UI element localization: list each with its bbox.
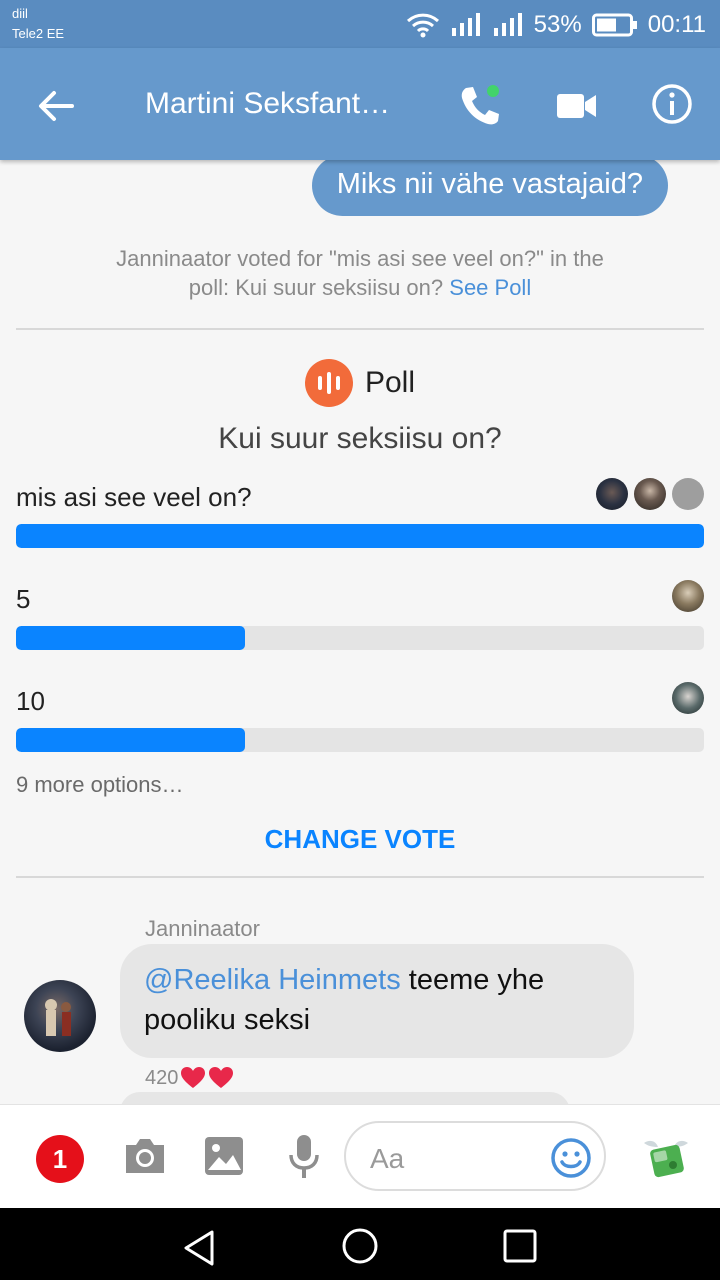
poll-option-bar[interactable] <box>16 728 704 752</box>
nav-back-icon[interactable] <box>180 1228 220 1268</box>
poll-label: Poll <box>364 366 416 399</box>
signal-icon <box>451 13 480 36</box>
emoji-icon[interactable] <box>550 1137 592 1179</box>
poll-option-label[interactable]: mis asi see veel on? <box>16 482 252 513</box>
clock: 00:11 <box>647 11 706 38</box>
conversation-header: Martini Seksfant… <box>0 48 720 160</box>
system-nav-bar <box>0 1208 720 1280</box>
avatar-figure <box>45 999 71 1036</box>
message-input-placeholder: Aa <box>370 1143 405 1174</box>
divider <box>16 876 704 878</box>
divider <box>16 328 704 330</box>
next-message-bubble[interactable] <box>120 1092 570 1104</box>
signal-icon-secondary <box>493 13 522 36</box>
voter-avatar <box>672 682 704 714</box>
poll-option-voters[interactable] <box>596 478 704 510</box>
reaction-row[interactable]: 420 <box>145 1066 234 1090</box>
carrier-info: diil Tele2 EE <box>12 4 64 44</box>
voter-avatar <box>596 478 628 510</box>
poll-option-fill <box>16 524 704 548</box>
network-name: Tele2 EE <box>12 26 65 41</box>
incoming-message[interactable]: @Reelika Heinmets teeme yhe pooliku seks… <box>120 944 634 1058</box>
status-bar: diil Tele2 EE 53% 00:11 <box>0 0 720 48</box>
poll-option-voters[interactable] <box>672 580 704 612</box>
gallery-icon[interactable] <box>203 1135 245 1177</box>
sticker-icon[interactable] <box>640 1131 692 1183</box>
voter-avatar <box>672 478 704 510</box>
reaction-count: 420 <box>145 1066 179 1089</box>
poll-header: Poll <box>0 358 720 408</box>
voice-call-icon[interactable] <box>456 82 504 130</box>
heart-reaction-icon <box>209 1067 234 1088</box>
sender-avatar[interactable] <box>24 980 96 1052</box>
message-thread[interactable]: Miks nii vähe vastajaid? Janninaator vot… <box>0 160 720 1104</box>
carrier-name: diil <box>12 6 28 21</box>
see-poll-link[interactable]: See Poll <box>449 275 531 300</box>
poll-icon <box>304 359 353 407</box>
change-vote-button[interactable]: CHANGE VOTE <box>0 824 720 855</box>
poll-option-fill <box>16 728 246 752</box>
more-options-link[interactable]: 9 more options… <box>16 772 184 798</box>
poll-option-bar[interactable] <box>16 524 704 548</box>
sender-name: Janninaator <box>145 916 260 941</box>
message-input[interactable]: Aa <box>344 1121 606 1191</box>
status-icons: 53% 00:11 <box>406 10 706 40</box>
info-icon[interactable] <box>650 82 694 126</box>
back-arrow-icon[interactable] <box>34 84 78 128</box>
voter-avatar <box>634 478 666 510</box>
poll-option-bar[interactable] <box>16 626 704 650</box>
poll-question: Kui suur seksiisu on? <box>218 422 502 455</box>
poll-option-voters[interactable] <box>672 682 704 714</box>
battery-percent: 53% <box>533 11 582 38</box>
nav-recents-icon[interactable] <box>502 1228 538 1264</box>
conversation-title[interactable]: Martini Seksfant… <box>145 84 415 124</box>
poll-option-label[interactable]: 10 <box>16 686 45 717</box>
nav-home-icon[interactable] <box>340 1226 380 1266</box>
poll-vote-notice: Janninaator voted for "mis asi see veel … <box>100 244 620 302</box>
battery-icon <box>591 13 637 37</box>
outgoing-message[interactable]: Miks nii vähe vastajaid? <box>311 160 668 216</box>
video-call-icon[interactable] <box>555 84 599 128</box>
mention-link[interactable]: @Reelika Heinmets <box>144 964 401 996</box>
heart-reaction-icon <box>181 1067 206 1088</box>
voter-avatar <box>672 580 704 612</box>
composer-bar: 1 Aa <box>0 1104 720 1209</box>
wifi-icon <box>406 13 439 38</box>
microphone-icon[interactable] <box>284 1133 324 1181</box>
notification-badge[interactable]: 1 <box>36 1135 84 1183</box>
camera-icon[interactable] <box>122 1135 168 1177</box>
poll-option-label[interactable]: 5 <box>16 584 30 615</box>
poll-option-fill <box>16 626 246 650</box>
